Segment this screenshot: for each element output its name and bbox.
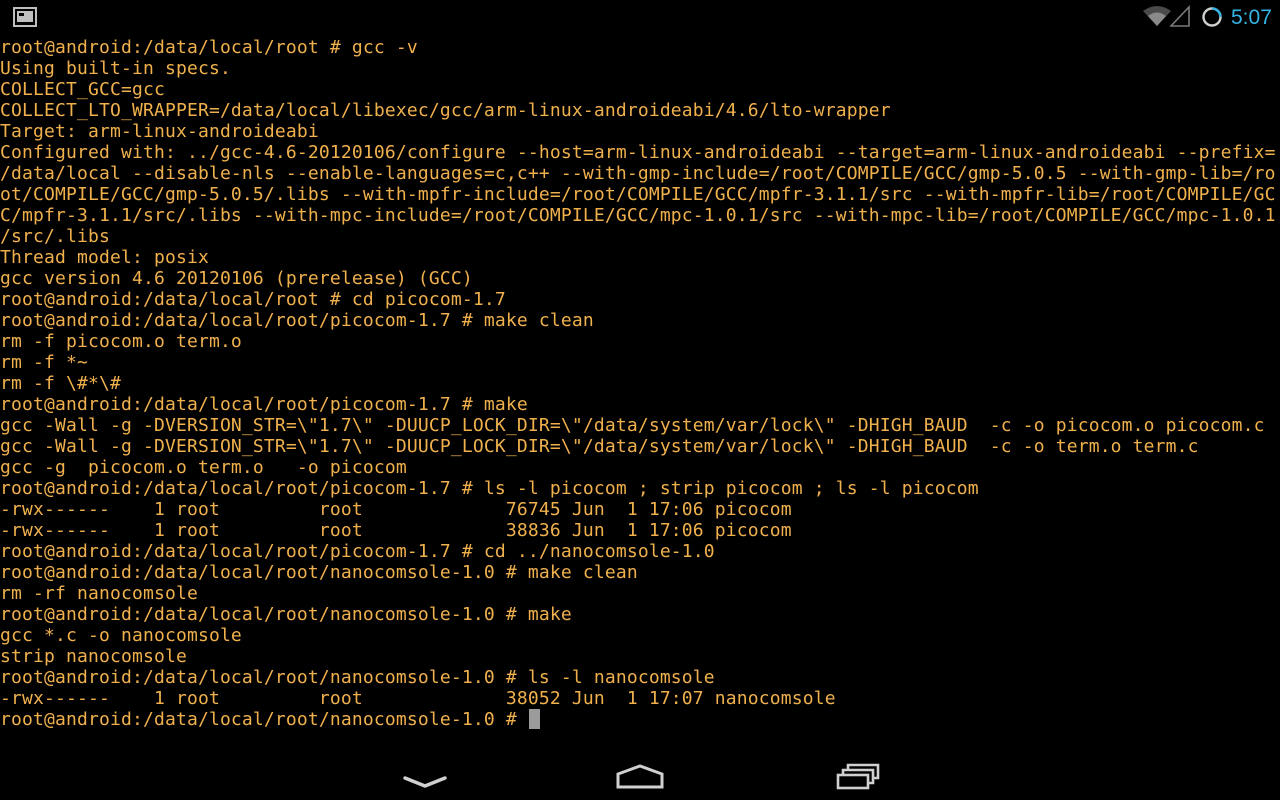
sync-icon [1200, 5, 1224, 29]
home-button[interactable] [607, 750, 673, 794]
terminal-line: rm -f *~ [0, 352, 88, 373]
terminal-line: Using built-in specs. [0, 58, 231, 79]
terminal-line: Thread model: posix [0, 247, 209, 268]
terminal-line: root@android:/data/local/root/picocom-1.… [0, 310, 594, 331]
terminal-line: root@android:/data/local/root/nanocomsol… [0, 667, 715, 688]
terminal-line: root@android:/data/local/root # gcc -v [0, 37, 418, 58]
terminal-line: root@android:/data/local/root # cd picoc… [0, 289, 506, 310]
terminal-line: COLLECT_GCC=gcc [0, 79, 165, 100]
terminal-line: /src/.libs [0, 226, 110, 247]
android-screen: 5:07 root@android:/data/local/root # gcc… [0, 0, 1280, 800]
terminal-line: root@android:/data/local/root/picocom-1.… [0, 394, 528, 415]
status-bar: 5:07 [0, 0, 1280, 36]
terminal-output[interactable]: root@android:/data/local/root # gcc -v U… [0, 37, 1280, 737]
terminal-line: -rwx------ 1 root root 38836 Jun 1 17:06… [0, 520, 792, 541]
terminal-line: root@android:/data/local/root/nanocomsol… [0, 562, 638, 583]
terminal-line: /data/local --disable-nls --enable-langu… [0, 163, 1276, 184]
recent-apps-button[interactable] [826, 750, 886, 794]
terminal-line: rm -f \#*\# [0, 373, 121, 394]
terminal-line: root@android:/data/local/root/nanocomsol… [0, 604, 572, 625]
back-button[interactable] [395, 750, 455, 794]
text-cursor [528, 709, 540, 729]
terminal-line: rm -f picocom.o term.o [0, 331, 242, 352]
terminal-line: gcc version 4.6 20120106 (prerelease) (G… [0, 268, 473, 289]
terminal-prompt-line[interactable]: root@android:/data/local/root/nanocomsol… [0, 709, 1280, 730]
terminal-notification-icon[interactable] [13, 7, 37, 27]
terminal-line: root@android:/data/local/root/picocom-1.… [0, 541, 715, 562]
terminal-line: strip nanocomsole [0, 646, 187, 667]
terminal-prompt: root@android:/data/local/root/nanocomsol… [0, 709, 528, 730]
back-chevron-icon [403, 776, 447, 788]
terminal-line: gcc *.c -o nanocomsole [0, 625, 242, 646]
signal-icon [1169, 4, 1190, 27]
terminal-line: C/mpfr-3.1.1/src/.libs --with-mpc-includ… [0, 205, 1276, 226]
terminal-line: rm -rf nanocomsole [0, 583, 198, 604]
terminal-line: root@android:/data/local/root/picocom-1.… [0, 478, 979, 499]
home-icon [616, 764, 664, 789]
terminal-line: -rwx------ 1 root root 38052 Jun 1 17:07… [0, 688, 836, 709]
terminal-line: gcc -g picocom.o term.o -o picocom [0, 457, 407, 478]
status-clock: 5:07 [1231, 6, 1272, 29]
navigation-bar [0, 740, 1280, 800]
terminal-line: gcc -Wall -g -DVERSION_STR=\"1.7\" -DUUC… [0, 415, 1265, 436]
terminal-line: Configured with: ../gcc-4.6-20120106/con… [0, 142, 1276, 163]
wifi-icon [1142, 5, 1172, 27]
terminal-line: -rwx------ 1 root root 76745 Jun 1 17:06… [0, 499, 792, 520]
recent-apps-icon [836, 763, 880, 790]
terminal-line: COLLECT_LTO_WRAPPER=/data/local/libexec/… [0, 100, 891, 121]
terminal-line: gcc -Wall -g -DVERSION_STR=\"1.7\" -DUUC… [0, 436, 1199, 457]
terminal-line: ot/COMPILE/GCC/gmp-5.0.5/.libs --with-mp… [0, 184, 1276, 205]
terminal-line: Target: arm-linux-androideabi [0, 121, 319, 142]
